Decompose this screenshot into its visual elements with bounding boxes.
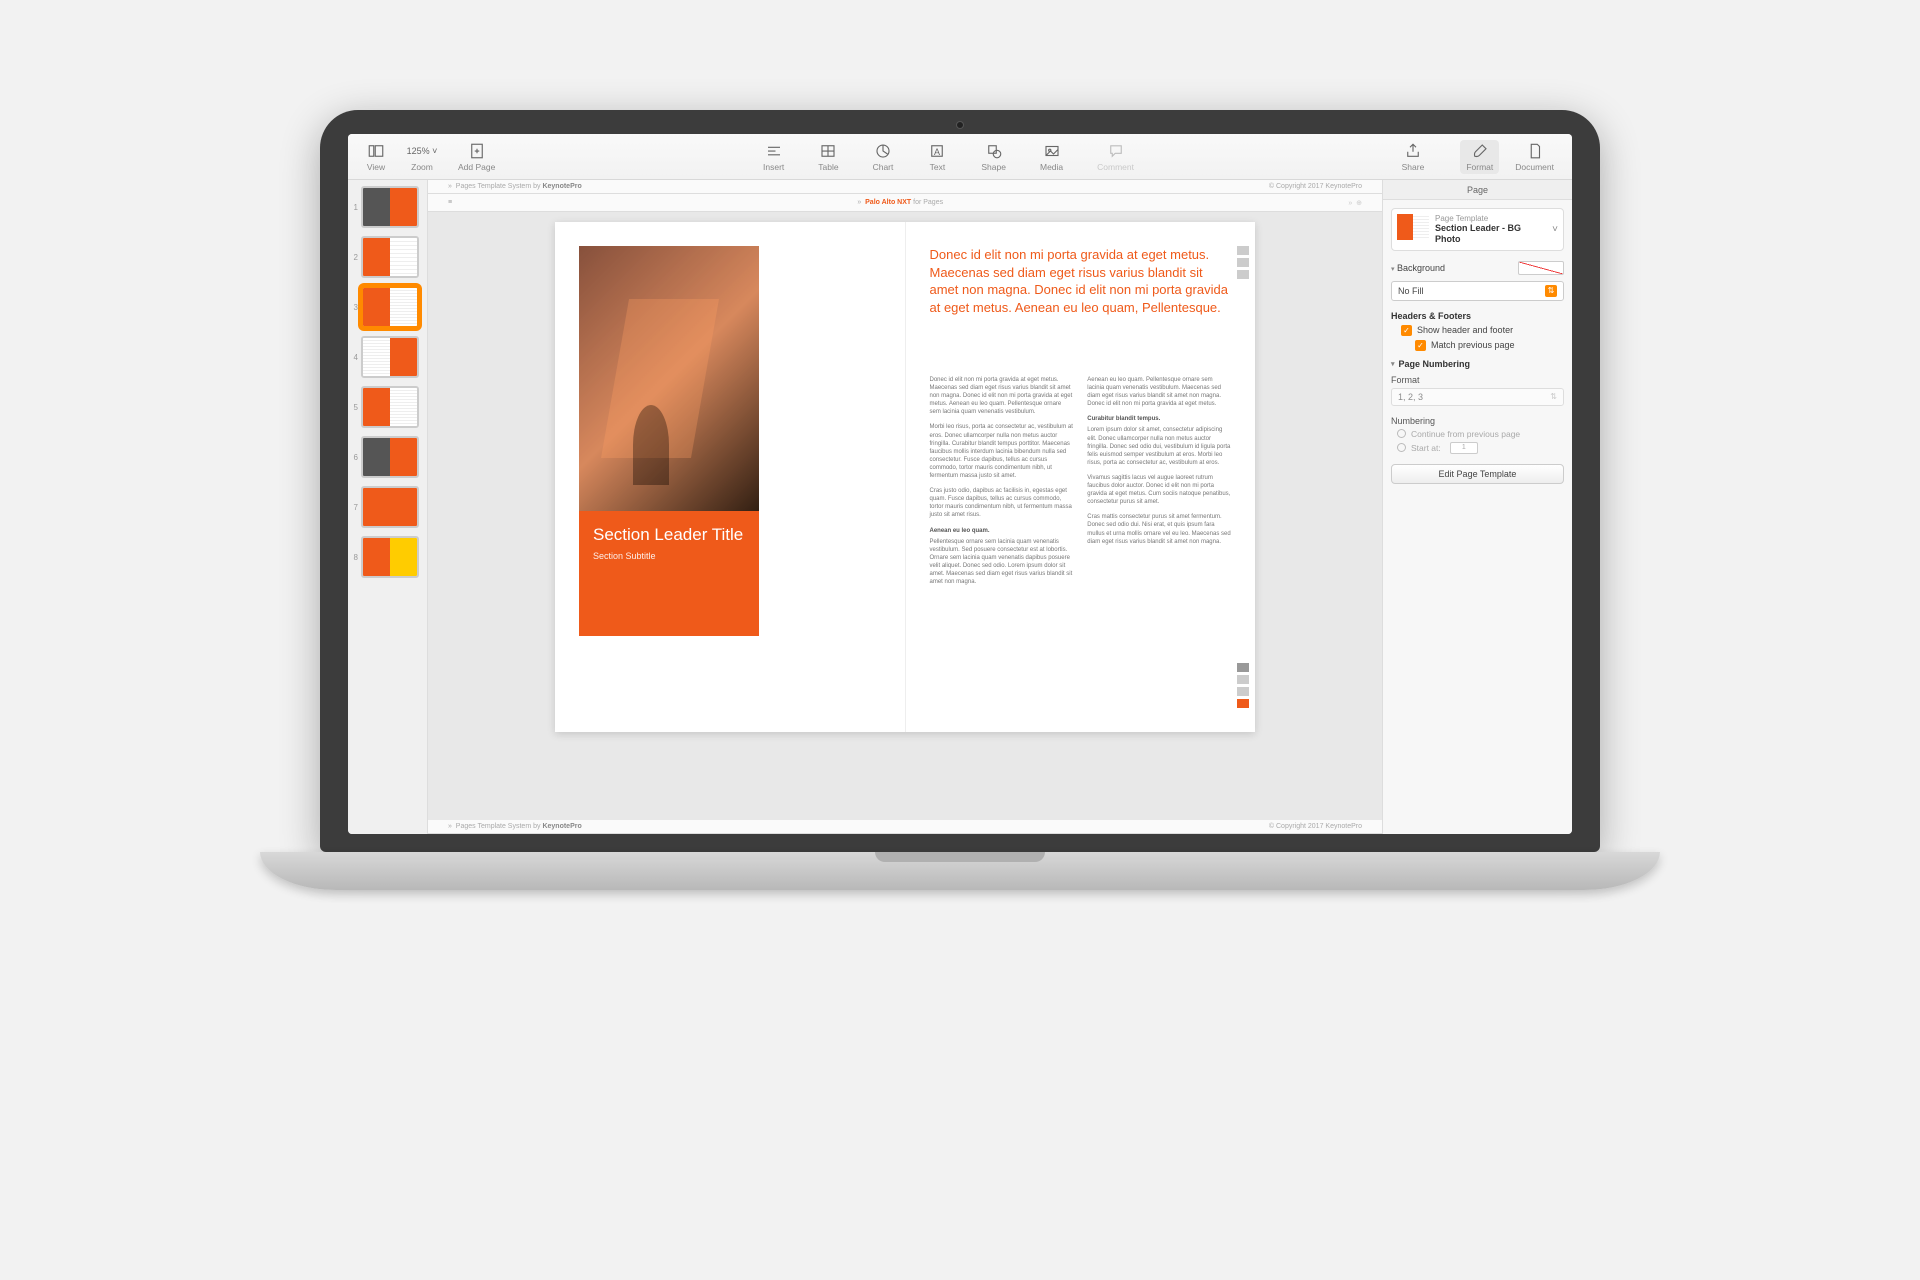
chart-icon: [873, 142, 893, 160]
view-icon: [366, 142, 386, 160]
updown-icon: ⇅: [1550, 392, 1557, 401]
share-icon: [1403, 142, 1423, 160]
edit-template-button[interactable]: Edit Page Template: [1391, 464, 1564, 484]
hero-title[interactable]: Section Leader Title: [593, 525, 745, 545]
view-label: View: [367, 162, 385, 172]
svg-text:A: A: [934, 146, 940, 156]
inspector-tab-page[interactable]: Page: [1467, 185, 1488, 195]
headers-footers-section: Headers & Footers: [1391, 311, 1564, 321]
media-icon: [1042, 142, 1062, 160]
comment-icon: [1106, 142, 1126, 160]
show-header-footer-checkbox[interactable]: ✓ Show header and footer: [1401, 325, 1564, 336]
template-thumbnail-icon: [1397, 214, 1429, 240]
document-icon: [1525, 142, 1545, 160]
lead-paragraph[interactable]: Donec id elit non mi porta gravida at eg…: [930, 246, 1232, 316]
camera-dot: [957, 122, 963, 128]
start-at-stepper[interactable]: 1: [1450, 442, 1478, 454]
start-at-radio[interactable]: Start at:1: [1397, 442, 1564, 454]
thumb-6[interactable]: [361, 436, 419, 478]
thumb-5[interactable]: [361, 386, 419, 428]
add-page-label: Add Page: [458, 162, 495, 172]
inspector-panel: Page Page Template Section Leader - BG P…: [1382, 180, 1572, 834]
page-template-select[interactable]: Page Template Section Leader - BG Photo …: [1391, 208, 1564, 251]
canvas[interactable]: » Pages Template System by KeynotePro © …: [428, 180, 1382, 834]
page-spread[interactable]: Section Leader Title Section Subtitle Do…: [555, 222, 1255, 732]
media-button[interactable]: Media: [1040, 142, 1063, 172]
checkbox-checked-icon: ✓: [1401, 325, 1412, 336]
thumb-7[interactable]: [361, 486, 419, 528]
thumb-4[interactable]: [361, 336, 419, 378]
page-numbering-section[interactable]: ▾Page Numbering: [1391, 359, 1564, 369]
page-thumbnails[interactable]: 1 2 3 4 5 6 7 8: [348, 180, 428, 834]
shape-icon: [984, 142, 1004, 160]
chevron-down-icon: ˅: [1552, 224, 1558, 235]
view-button[interactable]: View: [366, 142, 386, 172]
header-strip-top: » Pages Template System by KeynotePro © …: [428, 180, 1382, 194]
text-button[interactable]: A Text: [927, 142, 947, 172]
zoom-dropdown[interactable]: 125% ˅ Zoom: [402, 142, 442, 172]
hero-subtitle[interactable]: Section Subtitle: [593, 551, 745, 561]
disclosure-triangle-icon[interactable]: ▾: [1391, 266, 1395, 273]
zoom-value: 125% ˅: [402, 142, 442, 160]
checkbox-checked-icon: ✓: [1415, 340, 1426, 351]
title-strip: ≡ » Palo Alto NXT for Pages » ⊕: [428, 194, 1382, 212]
comment-button[interactable]: Comment: [1097, 142, 1134, 172]
toolbar: View 125% ˅ Zoom Add Page Insert: [348, 134, 1572, 180]
dropdown-arrow-icon: ⇅: [1545, 285, 1557, 297]
thumb-3[interactable]: [361, 286, 419, 328]
hero-block[interactable]: Section Leader Title Section Subtitle: [579, 246, 759, 636]
fill-dropdown[interactable]: No Fill ⇅: [1391, 281, 1564, 301]
document-button[interactable]: Document: [1515, 142, 1554, 172]
background-swatch[interactable]: [1518, 261, 1564, 275]
match-previous-checkbox[interactable]: ✓ Match previous page: [1415, 340, 1564, 351]
footer-strip: » Pages Template System by KeynotePro © …: [428, 820, 1382, 834]
hero-image: [579, 246, 759, 511]
plus-icon: [467, 142, 487, 160]
thumb-1[interactable]: [361, 186, 419, 228]
shape-button[interactable]: Shape: [981, 142, 1006, 172]
continue-radio[interactable]: Continue from previous page: [1397, 429, 1564, 439]
body-column-1[interactable]: Donec id elit non mi porta gravida at eg…: [930, 246, 1074, 708]
thumb-8[interactable]: [361, 536, 419, 578]
zoom-label: Zoom: [411, 162, 433, 172]
add-page-button[interactable]: Add Page: [458, 142, 495, 172]
number-format-dropdown[interactable]: 1, 2, 3 ⇅: [1391, 388, 1564, 406]
text-icon: A: [927, 142, 947, 160]
hero-caption: Section Leader Title Section Subtitle: [579, 511, 759, 636]
insert-button[interactable]: Insert: [763, 142, 784, 172]
chart-button[interactable]: Chart: [873, 142, 894, 172]
table-button[interactable]: Table: [818, 142, 838, 172]
share-button[interactable]: Share: [1402, 142, 1425, 172]
thumb-2[interactable]: [361, 236, 419, 278]
disclosure-triangle-icon: ▾: [1391, 360, 1395, 368]
brush-icon: [1470, 142, 1490, 160]
format-button[interactable]: Format: [1460, 140, 1499, 174]
insert-icon: [764, 142, 784, 160]
table-icon: [818, 142, 838, 160]
